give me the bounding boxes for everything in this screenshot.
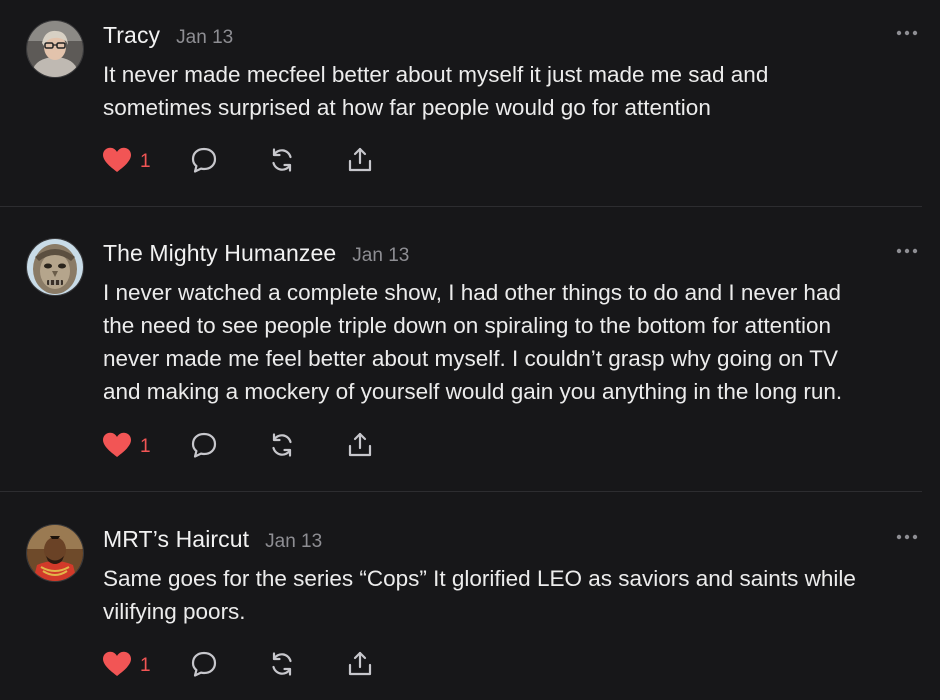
post-date[interactable]: Jan 13: [352, 245, 409, 267]
post-header: MRT’s Haircut Jan 13: [103, 526, 322, 553]
restack-icon: [268, 650, 296, 683]
comment-text-line: Same goes for the series “Cops” It glori…: [103, 566, 856, 591]
comment-icon: [190, 431, 218, 464]
comment-text-line: I never watched a complete show, I had o…: [103, 280, 841, 305]
comment-post: Tracy Jan 13 It never made mecfeel bette…: [0, 0, 940, 206]
more-icon[interactable]: [896, 526, 918, 548]
author-name[interactable]: Tracy: [103, 22, 160, 49]
comment-button[interactable]: [190, 146, 268, 178]
comment-text-line: vilifying poors.: [103, 599, 246, 624]
heart-icon: [102, 432, 132, 463]
action-bar: 1: [102, 431, 386, 463]
share-icon: [346, 146, 374, 179]
like-count: 1: [140, 436, 151, 457]
comment-icon: [190, 146, 218, 179]
comment-text-line: the need to see people triple down on sp…: [103, 313, 831, 338]
comment-text-line: never made me feel better about myself. …: [103, 346, 838, 371]
share-button[interactable]: [346, 650, 386, 682]
more-icon[interactable]: [896, 240, 918, 262]
comment-icon: [190, 650, 218, 683]
restack-icon: [268, 431, 296, 464]
share-icon: [346, 650, 374, 683]
comment-text: I never watched a complete show, I had o…: [103, 276, 923, 408]
post-date[interactable]: Jan 13: [176, 27, 233, 49]
comment-text-line: It never made mecfeel better about mysel…: [103, 62, 769, 87]
like-count: 1: [140, 151, 151, 172]
like-button[interactable]: 1: [102, 650, 190, 682]
comment-text-line: sometimes surprised at how far people wo…: [103, 95, 711, 120]
heart-icon: [102, 651, 132, 682]
like-button[interactable]: 1: [102, 431, 190, 463]
action-bar: 1: [102, 650, 386, 682]
avatar[interactable]: [26, 238, 84, 296]
post-header: Tracy Jan 13: [103, 22, 233, 49]
comment-button[interactable]: [190, 431, 268, 463]
avatar[interactable]: [26, 524, 84, 582]
comment-button[interactable]: [190, 650, 268, 682]
restack-button[interactable]: [268, 431, 346, 463]
avatar[interactable]: [26, 20, 84, 78]
share-button[interactable]: [346, 431, 386, 463]
action-bar: 1: [102, 146, 386, 178]
comment-text: It never made mecfeel better about mysel…: [103, 58, 923, 124]
divider: [0, 206, 922, 207]
like-button[interactable]: 1: [102, 146, 190, 178]
restack-button[interactable]: [268, 146, 346, 178]
comment-post: MRT’s Haircut Jan 13 Same goes for the s…: [0, 504, 940, 700]
like-count: 1: [140, 655, 151, 676]
divider: [0, 491, 922, 492]
post-header: The Mighty Humanzee Jan 13: [103, 240, 409, 267]
share-icon: [346, 431, 374, 464]
author-name[interactable]: MRT’s Haircut: [103, 526, 249, 553]
share-button[interactable]: [346, 146, 386, 178]
heart-icon: [102, 147, 132, 178]
comment-post: The Mighty Humanzee Jan 13 I never watch…: [0, 218, 940, 491]
author-name[interactable]: The Mighty Humanzee: [103, 240, 336, 267]
more-icon[interactable]: [896, 22, 918, 44]
comment-text: Same goes for the series “Cops” It glori…: [103, 562, 923, 628]
restack-button[interactable]: [268, 650, 346, 682]
restack-icon: [268, 146, 296, 179]
post-date[interactable]: Jan 13: [265, 531, 322, 553]
comment-feed: Tracy Jan 13 It never made mecfeel bette…: [0, 0, 940, 700]
comment-text-line: and making a mockery of yourself would g…: [103, 379, 843, 404]
